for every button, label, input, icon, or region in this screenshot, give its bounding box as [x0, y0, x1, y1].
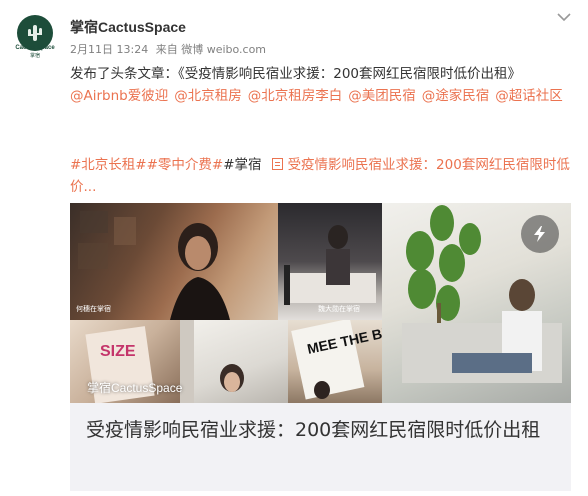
topic-plain: #掌宿 [223, 157, 262, 173]
post-date[interactable]: 2月11日 13:24 [70, 43, 148, 56]
lightning-share-icon [534, 226, 545, 242]
mention-link[interactable]: @北京租房 [174, 88, 242, 104]
mention-link[interactable]: @超话社区 [495, 88, 563, 104]
mention-list: @Airbnb爱彼迎 @北京租房 @北京租房李白 @美团民宿 @途家民宿 @超话社区 [70, 85, 570, 107]
post-meta: 2月11日 13:24 来自 微博 weibo.com [70, 41, 270, 57]
account-name[interactable]: 掌宿CactusSpace [70, 17, 186, 37]
topic-link[interactable]: #零中介费# [147, 157, 224, 173]
mention-link[interactable]: @北京租房李白 [248, 88, 343, 104]
photo-poster: MEE THE BEST [288, 320, 382, 403]
avatar-brand-label: Cactus Space [15, 45, 55, 51]
article-doc-icon [271, 158, 283, 170]
article-card[interactable]: 何穗在掌宿 魏大勋在掌宿 SIZE MEE THE BEST 掌宿CactusS… [70, 203, 571, 491]
share-button[interactable] [521, 215, 559, 253]
chevron-down-icon[interactable] [557, 12, 571, 22]
mention-link[interactable]: @途家民宿 [422, 88, 490, 104]
avatar-brand-sub: 掌宿 [29, 53, 40, 59]
photo-caption: 何穗在掌宿 [76, 305, 111, 313]
photo-caption: 魏大勋在掌宿 [318, 305, 360, 313]
post-intro: 发布了头条文章：《受疫情影响民宿业求援：200套网红民宿限时低价出租》 [70, 66, 522, 82]
topic-line: #北京长租##零中介费##掌宿 受疫情影响民宿业求援：200套网红民宿限时低价..… [70, 154, 570, 198]
article-card-title[interactable]: 受疫情影响民宿业求援：200套网红民宿限时低价出租 [86, 415, 556, 445]
mention-link[interactable]: @美团民宿 [348, 88, 416, 104]
cover-overlay-title: 掌宿CactusSpace [87, 381, 183, 395]
mention-link[interactable]: @Airbnb爱彼迎 [70, 88, 168, 104]
article-cover-image[interactable]: 何穗在掌宿 魏大勋在掌宿 SIZE MEE THE BEST 掌宿CactusS… [70, 203, 571, 403]
photo-celebrity-1: 何穗在掌宿 [70, 203, 278, 320]
cactus-logo-icon [28, 25, 42, 41]
photo-celebrity-4 [180, 320, 288, 403]
post-source[interactable]: 来自 微博 weibo.com [156, 43, 266, 56]
photo-celebrity-2: 魏大勋在掌宿 [278, 203, 382, 320]
magazine-text: SIZE [100, 343, 136, 360]
topic-link[interactable]: #北京长租# [70, 157, 147, 173]
post-body: 发布了头条文章：《受疫情影响民宿业求援：200套网红民宿限时低价出租》 @Air… [70, 63, 570, 107]
